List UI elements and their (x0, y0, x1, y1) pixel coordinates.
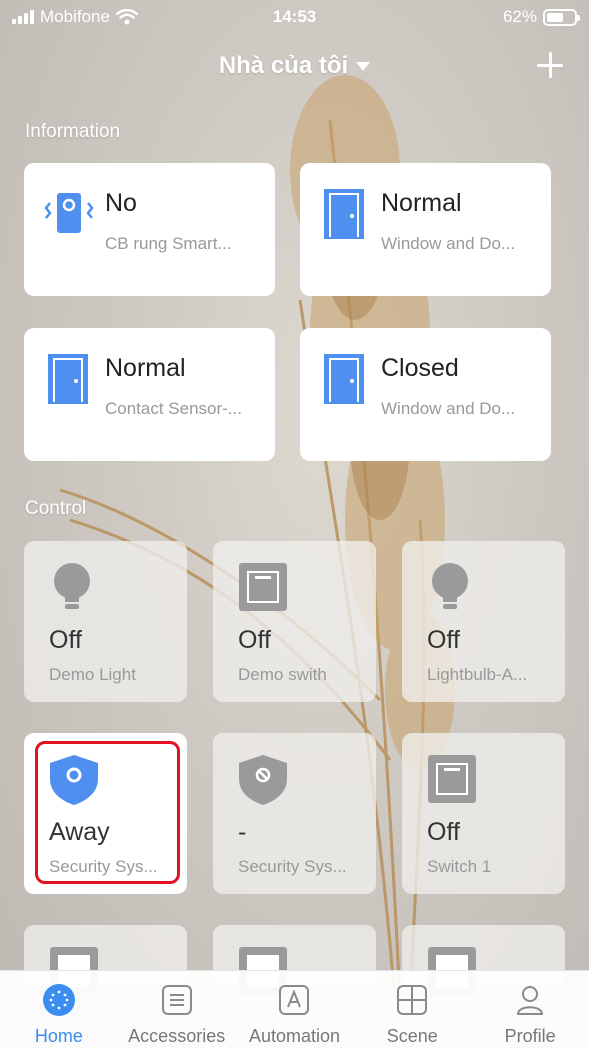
battery-percent: 62% (502, 7, 537, 26)
status-right: 62% (502, 7, 580, 27)
tab-bar: Home Accessories Automation Scene Profil… (0, 970, 589, 1048)
caret-down-icon (356, 61, 371, 71)
tab-profile[interactable]: Profile (471, 971, 589, 1048)
control-card-demo-light[interactable]: Off Demo Light (24, 541, 187, 702)
scene-icon (397, 985, 428, 1015)
control-card-demo-switch[interactable]: Off Demo swith (213, 541, 376, 702)
info-status: Normal (381, 189, 462, 217)
home-selector[interactable]: Nhà của tôi (0, 52, 589, 80)
accessories-icon (161, 985, 192, 1015)
tab-automation[interactable]: Automation (236, 971, 354, 1048)
control-status: Off (49, 626, 82, 654)
profile-icon (517, 986, 544, 1015)
info-status: No (105, 189, 137, 217)
switch-icon (428, 755, 476, 803)
info-subtitle: Window and Do... (381, 234, 516, 253)
control-status: Off (427, 818, 460, 846)
info-card-window-door-1[interactable]: Normal Window and Do... (300, 163, 551, 296)
battery-icon (543, 8, 580, 26)
switch-icon (239, 563, 287, 611)
status-bar: Mobifone 14:53 62% (0, 0, 589, 34)
door-icon (324, 354, 364, 404)
control-subtitle: Demo swith (238, 665, 327, 684)
info-subtitle: Contact Sensor-... (105, 399, 243, 418)
vibration-sensor-icon (44, 193, 94, 233)
automation-icon (279, 985, 310, 1015)
info-card-window-door-2[interactable]: Closed Window and Do... (300, 328, 551, 461)
door-icon (324, 189, 364, 239)
control-subtitle: Switch 1 (427, 857, 492, 876)
home-icon (42, 984, 75, 1016)
tab-accessories[interactable]: Accessories (118, 971, 236, 1048)
clock: 14:53 (272, 7, 317, 26)
control-subtitle: Demo Light (49, 665, 136, 684)
info-subtitle: Window and Do... (381, 399, 516, 418)
info-status: Normal (105, 354, 186, 382)
control-card-security-2[interactable]: - Security Sys... (213, 733, 376, 894)
tab-label: Profile (504, 1026, 556, 1046)
security-shield-off-icon (239, 755, 287, 805)
control-subtitle: Security Sys... (238, 857, 347, 876)
tab-scene[interactable]: Scene (353, 971, 471, 1048)
tab-label: Automation (248, 1026, 341, 1046)
control-status: - (238, 818, 247, 846)
control-status: Off (427, 626, 460, 654)
tab-home[interactable]: Home (0, 971, 118, 1048)
door-icon (48, 354, 88, 404)
control-card-switch-1[interactable]: Off Switch 1 (402, 733, 565, 894)
tab-label: Accessories (128, 1026, 226, 1046)
control-subtitle: Lightbulb-A... (427, 665, 528, 684)
info-card-vibration[interactable]: No CB rung Smart... (24, 163, 275, 296)
info-card-contact-sensor[interactable]: Normal Contact Sensor-... (24, 328, 275, 461)
selection-highlight (35, 741, 180, 884)
tab-label: Scene (386, 1026, 438, 1046)
lightbulb-icon (432, 563, 468, 609)
info-subtitle: CB rung Smart... (105, 234, 232, 253)
tab-label: Home (34, 1026, 83, 1046)
control-status: Off (238, 626, 271, 654)
section-information-label: Information (25, 121, 121, 142)
lightbulb-icon (54, 563, 90, 609)
add-button[interactable] (537, 52, 563, 78)
control-card-lightbulb-a[interactable]: Off Lightbulb-A... (402, 541, 565, 702)
section-control-label: Control (25, 498, 87, 519)
home-title: Nhà của tôi (218, 52, 349, 79)
info-status: Closed (381, 354, 459, 382)
